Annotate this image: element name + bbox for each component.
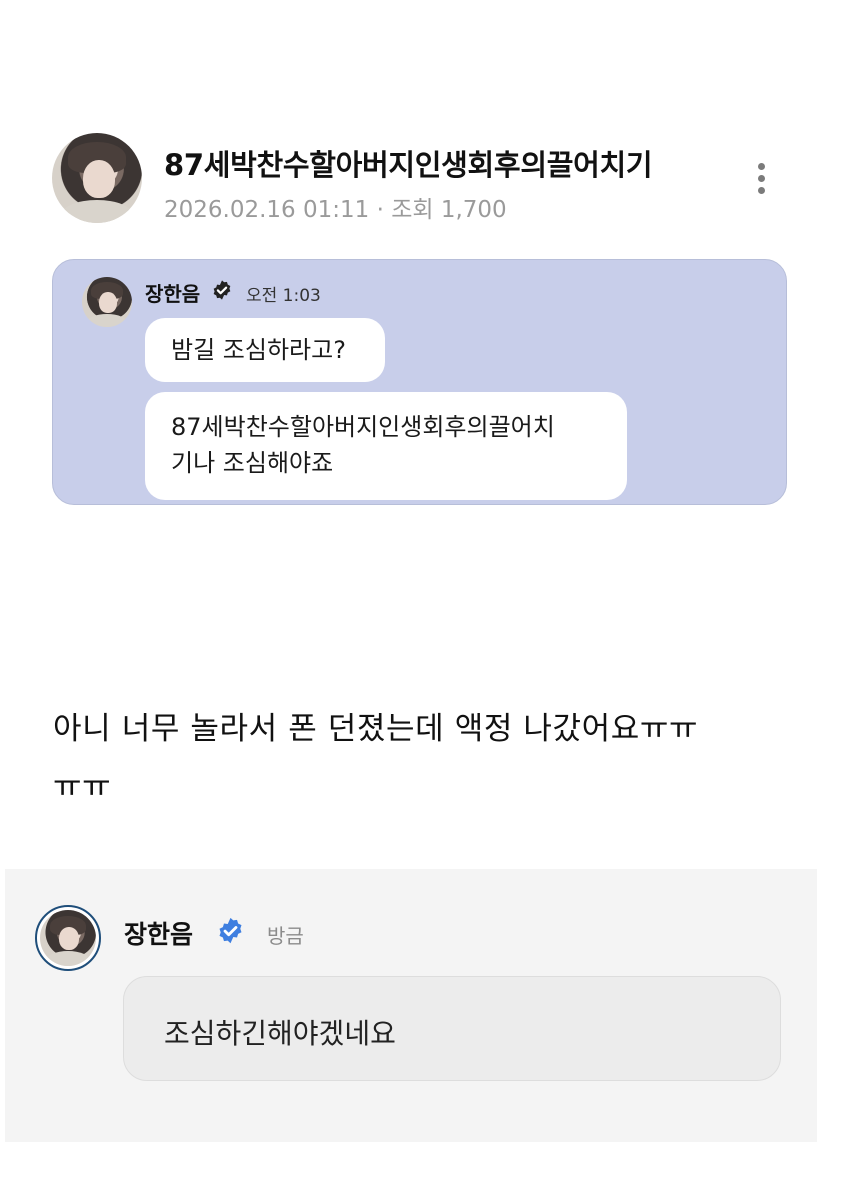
chat-message-bubble: 87세박찬수할아버지인생회후의끌어치 기나 조심해야죠 [145, 392, 627, 500]
chat-time: 오전 1:03 [246, 286, 321, 306]
comment-avatar [40, 910, 96, 966]
chat-screenshot: 장한음 오전 1:03 밤길 조심하라고? 87세박찬수할아버지인생회후의끌어치… [52, 259, 787, 505]
post-title: 87세박찬수할아버지인생회후의끌어치기 [164, 148, 653, 182]
comment-avatar-frame[interactable] [35, 905, 101, 971]
avatar-body [45, 951, 91, 966]
verified-badge-icon [219, 917, 242, 944]
chat-avatar [82, 277, 132, 327]
avatar-face [82, 160, 115, 198]
verified-check-icon [213, 280, 231, 300]
more-vertical-icon[interactable] [752, 160, 772, 198]
post-body-text: 아니 너무 놀라서 폰 던졌는데 액정 나갔어요ㅠㅠ ㅠㅠ [53, 700, 788, 816]
chat-message-bubble: 밤길 조심하라고? [145, 318, 385, 382]
chat-message-text: 87세박찬수할아버지인생회후의끌어치 기나 조심해야죠 [171, 413, 555, 477]
author-avatar[interactable] [52, 133, 142, 223]
avatar-face [59, 926, 80, 951]
avatar-body [61, 199, 133, 223]
comment-author-name[interactable]: 장한음 [124, 915, 193, 951]
avatar-face [99, 292, 117, 313]
comment-text: 조심하긴해야겠네요 [164, 1017, 396, 1050]
chat-sender-name: 장한음 [145, 282, 201, 306]
post-meta: 2026.02.16 01:11 · 조회 1,700 [164, 197, 507, 223]
post-body-content: 아니 너무 놀라서 폰 던졌는데 액정 나갔어요ㅠㅠ ㅠㅠ [53, 711, 699, 805]
post-header: 87세박찬수할아버지인생회후의끌어치기 2026.02.16 01:11 · 조… [52, 133, 792, 225]
comment-time: 방금 [267, 924, 304, 948]
comment-bubble: 조심하긴해야겠네요 [123, 976, 781, 1081]
avatar-body [87, 314, 127, 327]
comment-section: 장한음 방금 조심하긴해야겠네요 [5, 869, 817, 1142]
